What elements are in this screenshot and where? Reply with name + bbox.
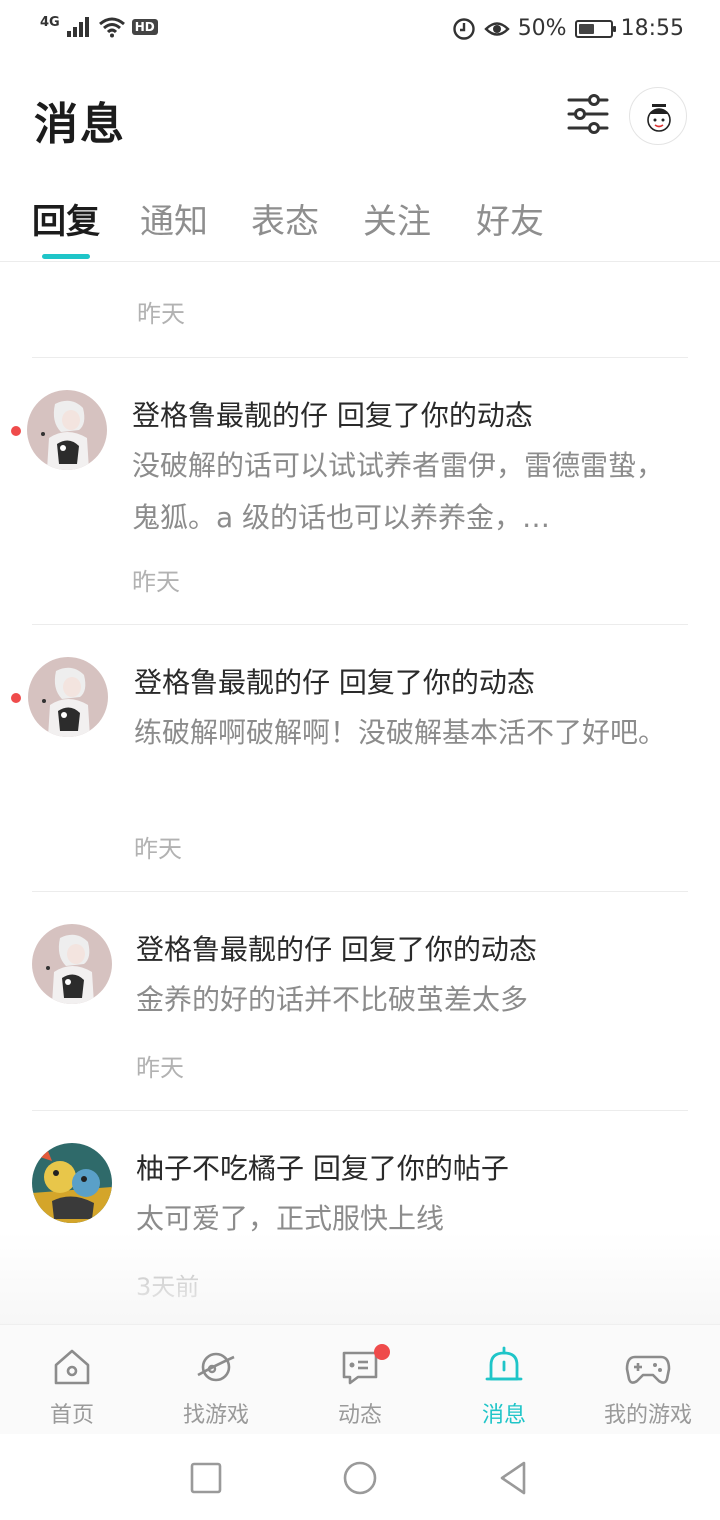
message-body: 金养的好的话并不比破茧差太多 xyxy=(136,983,529,1016)
home-system-button[interactable] xyxy=(340,1458,380,1498)
avatar-image xyxy=(32,924,112,1004)
tab-reply[interactable]: 回复 xyxy=(32,194,100,243)
tab-reactions[interactable]: 表态 xyxy=(251,194,319,243)
list-item[interactable]: 登格鲁最靓的仔 回复了你的动态 练破解啊破解啊！没破解基本活不了好吧。 昨天 xyxy=(0,625,720,891)
message-body: 太可爱了，正式服快上线 xyxy=(136,1202,445,1235)
message-list[interactable]: 昨天 登格鲁最靓的仔 回复了你的动态 没破解的话可以试试养者雷伊，雷德雷蛰，鬼狐… xyxy=(0,262,720,1324)
header: 消息 xyxy=(0,62,720,172)
tab-bar: 回复 通知 表态 关注 好友 xyxy=(0,180,720,262)
bell-icon xyxy=(485,1346,523,1381)
bottom-nav: 首页 找游戏 动态 消息 我的游戏 xyxy=(0,1324,720,1434)
avatar[interactable] xyxy=(27,390,107,470)
message-time: 昨天 xyxy=(134,835,182,863)
status-bar: 4G HD 50% 18:55 xyxy=(0,0,720,62)
avatar[interactable] xyxy=(28,657,108,737)
avatar[interactable] xyxy=(32,1143,112,1223)
avatar[interactable] xyxy=(32,924,112,1004)
nav-label: 找游戏 xyxy=(182,1403,249,1428)
system-nav-bar xyxy=(0,1434,720,1520)
sliders-icon xyxy=(567,94,609,134)
triangle-back-icon xyxy=(500,1461,526,1495)
user-avatar-button[interactable] xyxy=(629,87,687,145)
list-item[interactable]: 登格鲁最靓的仔 回复了你的动态 没破解的话可以试试养者雷伊，雷德雷蛰，鬼狐。a … xyxy=(0,358,720,624)
network-type: 4G xyxy=(40,14,60,30)
avatar-image xyxy=(28,657,108,737)
data-saver-icon xyxy=(452,17,475,40)
hd-badge: HD xyxy=(131,19,158,35)
list-item[interactable]: 柚子不吃橘子 回复了你的帖子 太可爱了，正式服快上线 3天前 xyxy=(0,1111,720,1324)
message-time: 昨天 xyxy=(137,300,185,328)
square-icon xyxy=(190,1462,222,1494)
avatar-image xyxy=(27,390,107,470)
home-icon xyxy=(54,1349,90,1385)
message-body: 没破解的话可以试试养者雷伊，雷德雷蛰，鬼狐。a 级的话也可以养养金，… xyxy=(132,449,665,534)
message-body: 练破解啊破解啊！没破解基本活不了好吧。 xyxy=(134,716,667,749)
nav-feed[interactable]: 动态 xyxy=(288,1325,432,1435)
eye-comfort-icon xyxy=(483,21,510,36)
battery-percent: 50% xyxy=(517,16,567,41)
status-left: 4G HD xyxy=(40,16,158,38)
status-right: 50% 18:55 xyxy=(452,16,684,41)
message-time: 3天前 xyxy=(136,1273,200,1301)
nav-home[interactable]: 首页 xyxy=(0,1325,144,1435)
message-time: 昨天 xyxy=(132,568,180,596)
message-title: 登格鲁最靓的仔 回复了你的动态 xyxy=(136,933,537,966)
battery-icon xyxy=(574,19,616,38)
nav-my-games[interactable]: 我的游戏 xyxy=(576,1325,720,1435)
signal-icon xyxy=(66,17,89,37)
page-title: 消息 xyxy=(34,99,126,150)
recents-button[interactable] xyxy=(186,1458,226,1498)
list-item[interactable]: 登格鲁最靓的仔 回复了你的动态 金养的好的话并不比破茧差太多 昨天 xyxy=(0,892,720,1110)
nav-label: 我的游戏 xyxy=(603,1403,692,1428)
nav-label: 首页 xyxy=(49,1403,94,1428)
message-title: 柚子不吃橘子 回复了你的帖子 xyxy=(136,1152,509,1185)
gamepad-icon xyxy=(625,1355,671,1384)
nav-badge xyxy=(374,1344,390,1360)
message-title: 登格鲁最靓的仔 回复了你的动态 xyxy=(134,666,535,699)
wifi-icon xyxy=(98,17,125,38)
back-button[interactable] xyxy=(494,1458,534,1498)
user-avatar-icon xyxy=(647,104,671,132)
circle-icon xyxy=(343,1461,377,1495)
planet-icon xyxy=(197,1352,235,1382)
nav-label: 消息 xyxy=(481,1403,526,1428)
message-title: 登格鲁最靓的仔 回复了你的动态 xyxy=(132,399,533,432)
nav-find-games[interactable]: 找游戏 xyxy=(144,1325,288,1435)
tab-follow[interactable]: 关注 xyxy=(363,194,431,243)
avatar-image xyxy=(32,1143,112,1223)
filter-button[interactable] xyxy=(566,92,610,136)
tab-friends[interactable]: 好友 xyxy=(476,194,544,243)
active-tab-indicator xyxy=(42,254,90,259)
nav-label: 动态 xyxy=(337,1403,382,1428)
unread-dot xyxy=(11,693,21,703)
message-time: 昨天 xyxy=(136,1054,184,1082)
nav-messages[interactable]: 消息 xyxy=(432,1325,576,1435)
tab-notice[interactable]: 通知 xyxy=(140,194,208,243)
unread-dot xyxy=(11,426,21,436)
clock: 18:55 xyxy=(620,16,684,41)
